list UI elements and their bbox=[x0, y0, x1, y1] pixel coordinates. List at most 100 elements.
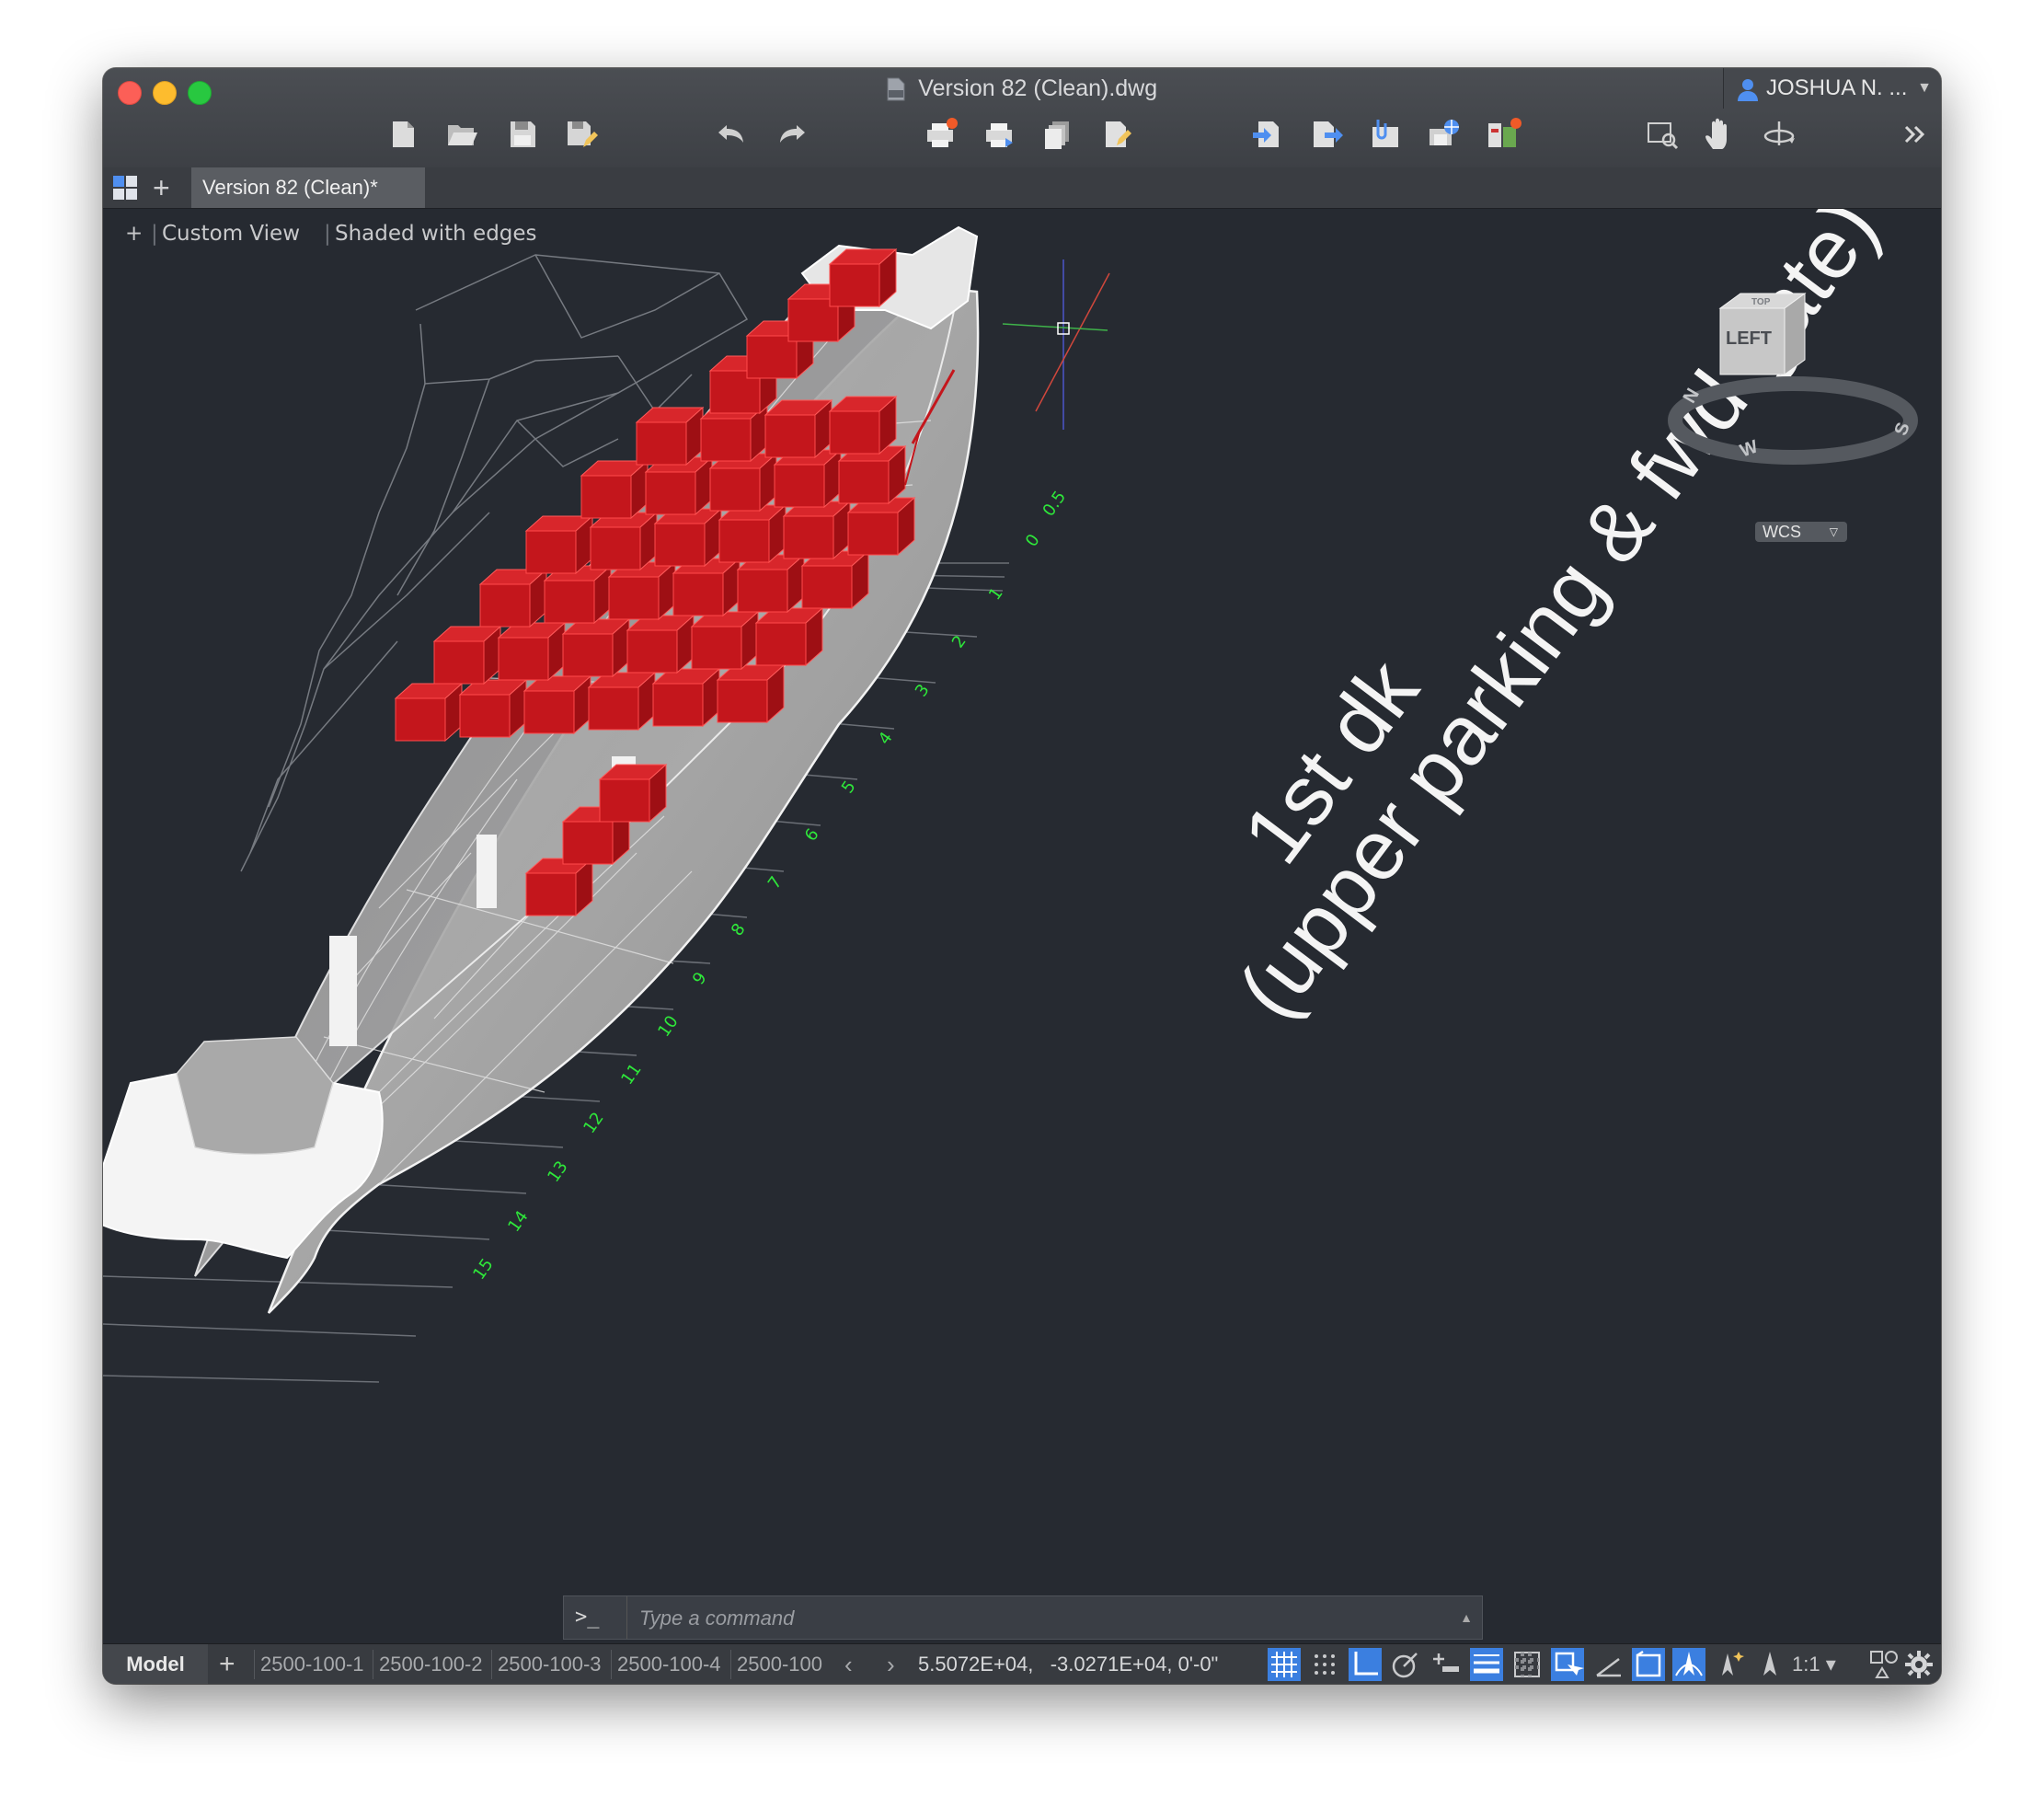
workspace-icon bbox=[1870, 1651, 1898, 1678]
plot-button[interactable] bbox=[922, 116, 959, 153]
snap-icon bbox=[1315, 1654, 1335, 1675]
chevron-down-icon: ▼ bbox=[1917, 80, 1932, 96]
document-tab-bar: + Version 82 (Clean)* bbox=[103, 167, 1941, 209]
cargo-vehicle-box bbox=[525, 872, 577, 916]
viewcube-face-left[interactable]: LEFT bbox=[1726, 328, 1772, 350]
orbit-button[interactable] bbox=[1761, 116, 1797, 153]
cargo-vehicle-box bbox=[672, 572, 724, 616]
cargo-vehicle-box bbox=[718, 519, 770, 563]
ucs-menu[interactable]: WCS ▽ bbox=[1755, 522, 1847, 542]
transparency-toggle[interactable] bbox=[1510, 1648, 1544, 1681]
undo-button[interactable] bbox=[714, 116, 751, 153]
import-button[interactable] bbox=[1249, 116, 1286, 153]
export-button[interactable] bbox=[1308, 116, 1345, 153]
gear-icon bbox=[1905, 1651, 1933, 1678]
status-bar: Model + 2500-100-1 2500-100-2 2500-100-3… bbox=[103, 1643, 1941, 1684]
batch-plot-button[interactable] bbox=[981, 116, 1017, 153]
object-snap-tracking-icon bbox=[1433, 1653, 1459, 1672]
open-button[interactable] bbox=[443, 116, 480, 153]
reference-manager-button[interactable] bbox=[1485, 116, 1522, 153]
viewcube-face-top[interactable]: TOP bbox=[1751, 297, 1770, 307]
save-button[interactable] bbox=[504, 116, 541, 153]
layout-tab[interactable]: 2500-100-3 bbox=[491, 1650, 602, 1679]
cargo-vehicle-box bbox=[599, 778, 650, 823]
layout-scroll-left-button[interactable]: ‹ bbox=[844, 1644, 853, 1684]
start-tab-icon[interactable] bbox=[112, 175, 138, 201]
pan-icon bbox=[1705, 118, 1727, 149]
attach-icon bbox=[1372, 120, 1398, 147]
new-icon bbox=[393, 121, 414, 147]
selection-cycling-toggle[interactable] bbox=[1551, 1648, 1584, 1681]
layout-scroll-right-button[interactable]: › bbox=[887, 1644, 895, 1684]
window-title: Version 82 (Clean).dwg bbox=[918, 75, 1158, 101]
cargo-vehicle-box bbox=[433, 640, 485, 685]
annotation-visibility-toggle[interactable] bbox=[1672, 1648, 1705, 1681]
annotation-scale[interactable]: 1:1 ▾ bbox=[1792, 1644, 1836, 1684]
viewcube[interactable]: LEFT TOP N W S bbox=[1667, 282, 1924, 494]
viewcube-graphic[interactable] bbox=[1667, 282, 1924, 494]
viewport-controls-button[interactable]: + bbox=[125, 222, 143, 246]
document-tab[interactable]: Version 82 (Clean)* bbox=[191, 167, 425, 208]
cargo-vehicle-box bbox=[709, 467, 761, 512]
cargo-vehicle-box bbox=[654, 523, 706, 567]
publish-button[interactable] bbox=[1039, 116, 1076, 153]
ucs-label: WCS bbox=[1763, 523, 1801, 541]
dynamic-ucs-toggle[interactable] bbox=[1591, 1648, 1625, 1681]
model-tab[interactable]: Model bbox=[103, 1644, 208, 1684]
import-icon bbox=[1253, 121, 1279, 147]
layout-tab[interactable]: 2500-100-4 bbox=[611, 1650, 721, 1679]
ortho-toggle[interactable] bbox=[1349, 1648, 1382, 1681]
customization-button[interactable] bbox=[1902, 1648, 1935, 1681]
transparency-icon bbox=[1514, 1652, 1540, 1677]
layout-tab[interactable]: 2500-100-2 bbox=[373, 1650, 483, 1679]
layout-tab[interactable]: 2500-100 bbox=[730, 1650, 822, 1679]
grid-toggle[interactable] bbox=[1268, 1648, 1301, 1681]
cargo-vehicle-box bbox=[829, 410, 880, 455]
save-as-button[interactable] bbox=[563, 116, 600, 153]
app-window: Version 82 (Clean).dwg JOSHUA N. ... ▼ +… bbox=[103, 68, 1941, 1684]
command-prompt-icon[interactable]: >_ bbox=[575, 1596, 627, 1639]
visual-style-label[interactable]: Shaded with edges bbox=[335, 222, 537, 246]
chevron-double-right-icon bbox=[1904, 125, 1925, 144]
attach-button[interactable] bbox=[1367, 116, 1404, 153]
batch-plot-icon bbox=[986, 123, 1013, 147]
lineweight-toggle[interactable] bbox=[1470, 1648, 1503, 1681]
zoom-window-button[interactable] bbox=[1643, 116, 1680, 153]
drawing-viewport[interactable]: + | Custom View | Shaded with edges 0 0.… bbox=[103, 209, 1941, 1644]
annotation-scale-icon-button[interactable] bbox=[1753, 1648, 1786, 1681]
dwg-file-icon bbox=[887, 77, 905, 100]
annotation-visibility-icon bbox=[1675, 1652, 1703, 1676]
command-history-button[interactable]: ▲ bbox=[1460, 1596, 1473, 1639]
cargo-vehicle-box bbox=[479, 583, 531, 628]
command-input[interactable] bbox=[637, 1602, 1451, 1635]
workspace-switch[interactable] bbox=[1867, 1648, 1900, 1681]
command-line[interactable]: >_ ▲ bbox=[563, 1595, 1483, 1640]
cargo-vehicle-box bbox=[691, 626, 742, 670]
add-layout-button[interactable]: + bbox=[219, 1644, 235, 1684]
selection-cycling-icon bbox=[1555, 1652, 1584, 1676]
auto-scale-toggle[interactable] bbox=[1713, 1648, 1746, 1681]
annotation-monitor-toggle[interactable] bbox=[1632, 1648, 1665, 1681]
redo-button[interactable] bbox=[773, 116, 810, 153]
annotation-monitor-icon bbox=[1636, 1650, 1661, 1677]
object-snap-tracking-toggle[interactable] bbox=[1430, 1648, 1463, 1681]
pan-button[interactable] bbox=[1702, 116, 1739, 153]
user-icon bbox=[1738, 79, 1758, 101]
save-icon bbox=[511, 121, 535, 147]
cargo-vehicle-box bbox=[523, 690, 575, 734]
view-label[interactable]: Custom View bbox=[162, 222, 300, 246]
cargo-vehicle-box bbox=[580, 475, 632, 519]
new-button[interactable] bbox=[385, 116, 421, 153]
toolbar-overflow-button[interactable] bbox=[1897, 116, 1934, 153]
snap-toggle[interactable] bbox=[1308, 1648, 1341, 1681]
polar-toggle[interactable] bbox=[1389, 1648, 1422, 1681]
cargo-vehicle-box bbox=[847, 512, 899, 556]
cargo-vehicle-box bbox=[746, 335, 798, 379]
share-button[interactable] bbox=[1426, 116, 1463, 153]
user-menu[interactable]: JOSHUA N. ... ▼ bbox=[1723, 68, 1941, 109]
deck-pillar bbox=[329, 936, 357, 1046]
viewport-separator: | bbox=[324, 222, 331, 246]
new-tab-button[interactable]: + bbox=[153, 167, 170, 208]
page-setup-button[interactable] bbox=[1098, 116, 1135, 153]
layout-tab[interactable]: 2500-100-1 bbox=[254, 1650, 364, 1679]
